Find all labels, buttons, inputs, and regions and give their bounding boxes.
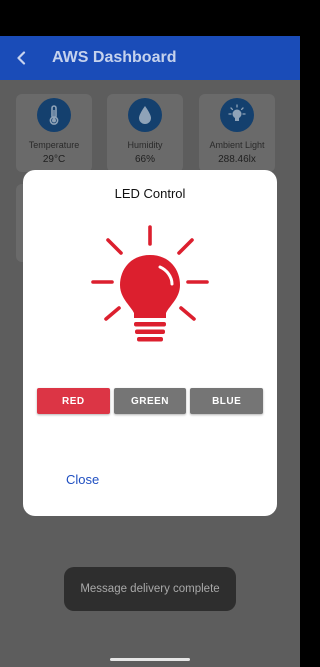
screen: AWS Dashboard Temperature 29°C Humidity [0,0,300,667]
home-indicator[interactable] [110,658,190,661]
led-control-dialog: LED Control RED GREEN BLUE Close [23,170,277,516]
green-button[interactable]: GREEN [113,388,187,414]
app-title: AWS Dashboard [52,49,177,66]
sensor-value: 29°C [42,154,66,165]
sensor-value: 66% [134,154,155,165]
sensor-label: Temperature [28,140,80,150]
sensor-value: 288.46lx [218,154,256,165]
arrow-left-icon[interactable] [2,36,42,80]
humidity-card: Humidity 66% [107,94,183,172]
status-bar [0,0,300,36]
temperature-card: Temperature 29°C [16,94,92,172]
toast-message: Message delivery complete [64,567,236,611]
light-bulb-icon [220,98,254,132]
water-drop-icon [128,98,162,132]
led-color-buttons: RED GREEN BLUE [37,388,264,414]
thermometer-icon [37,98,71,132]
close-button[interactable]: Close [66,472,99,487]
red-button[interactable]: RED [37,388,110,414]
ambient-light-card: Ambient Light 288.46lx [199,94,275,172]
blue-button[interactable]: BLUE [190,388,264,414]
navigation-bar [0,658,300,667]
sensor-label: Humidity [127,140,163,150]
light-bulb-icon [91,225,209,342]
dialog-title: LED Control [114,186,186,201]
sensor-label: Ambient Light [209,140,265,150]
app-bar: AWS Dashboard [0,36,300,80]
